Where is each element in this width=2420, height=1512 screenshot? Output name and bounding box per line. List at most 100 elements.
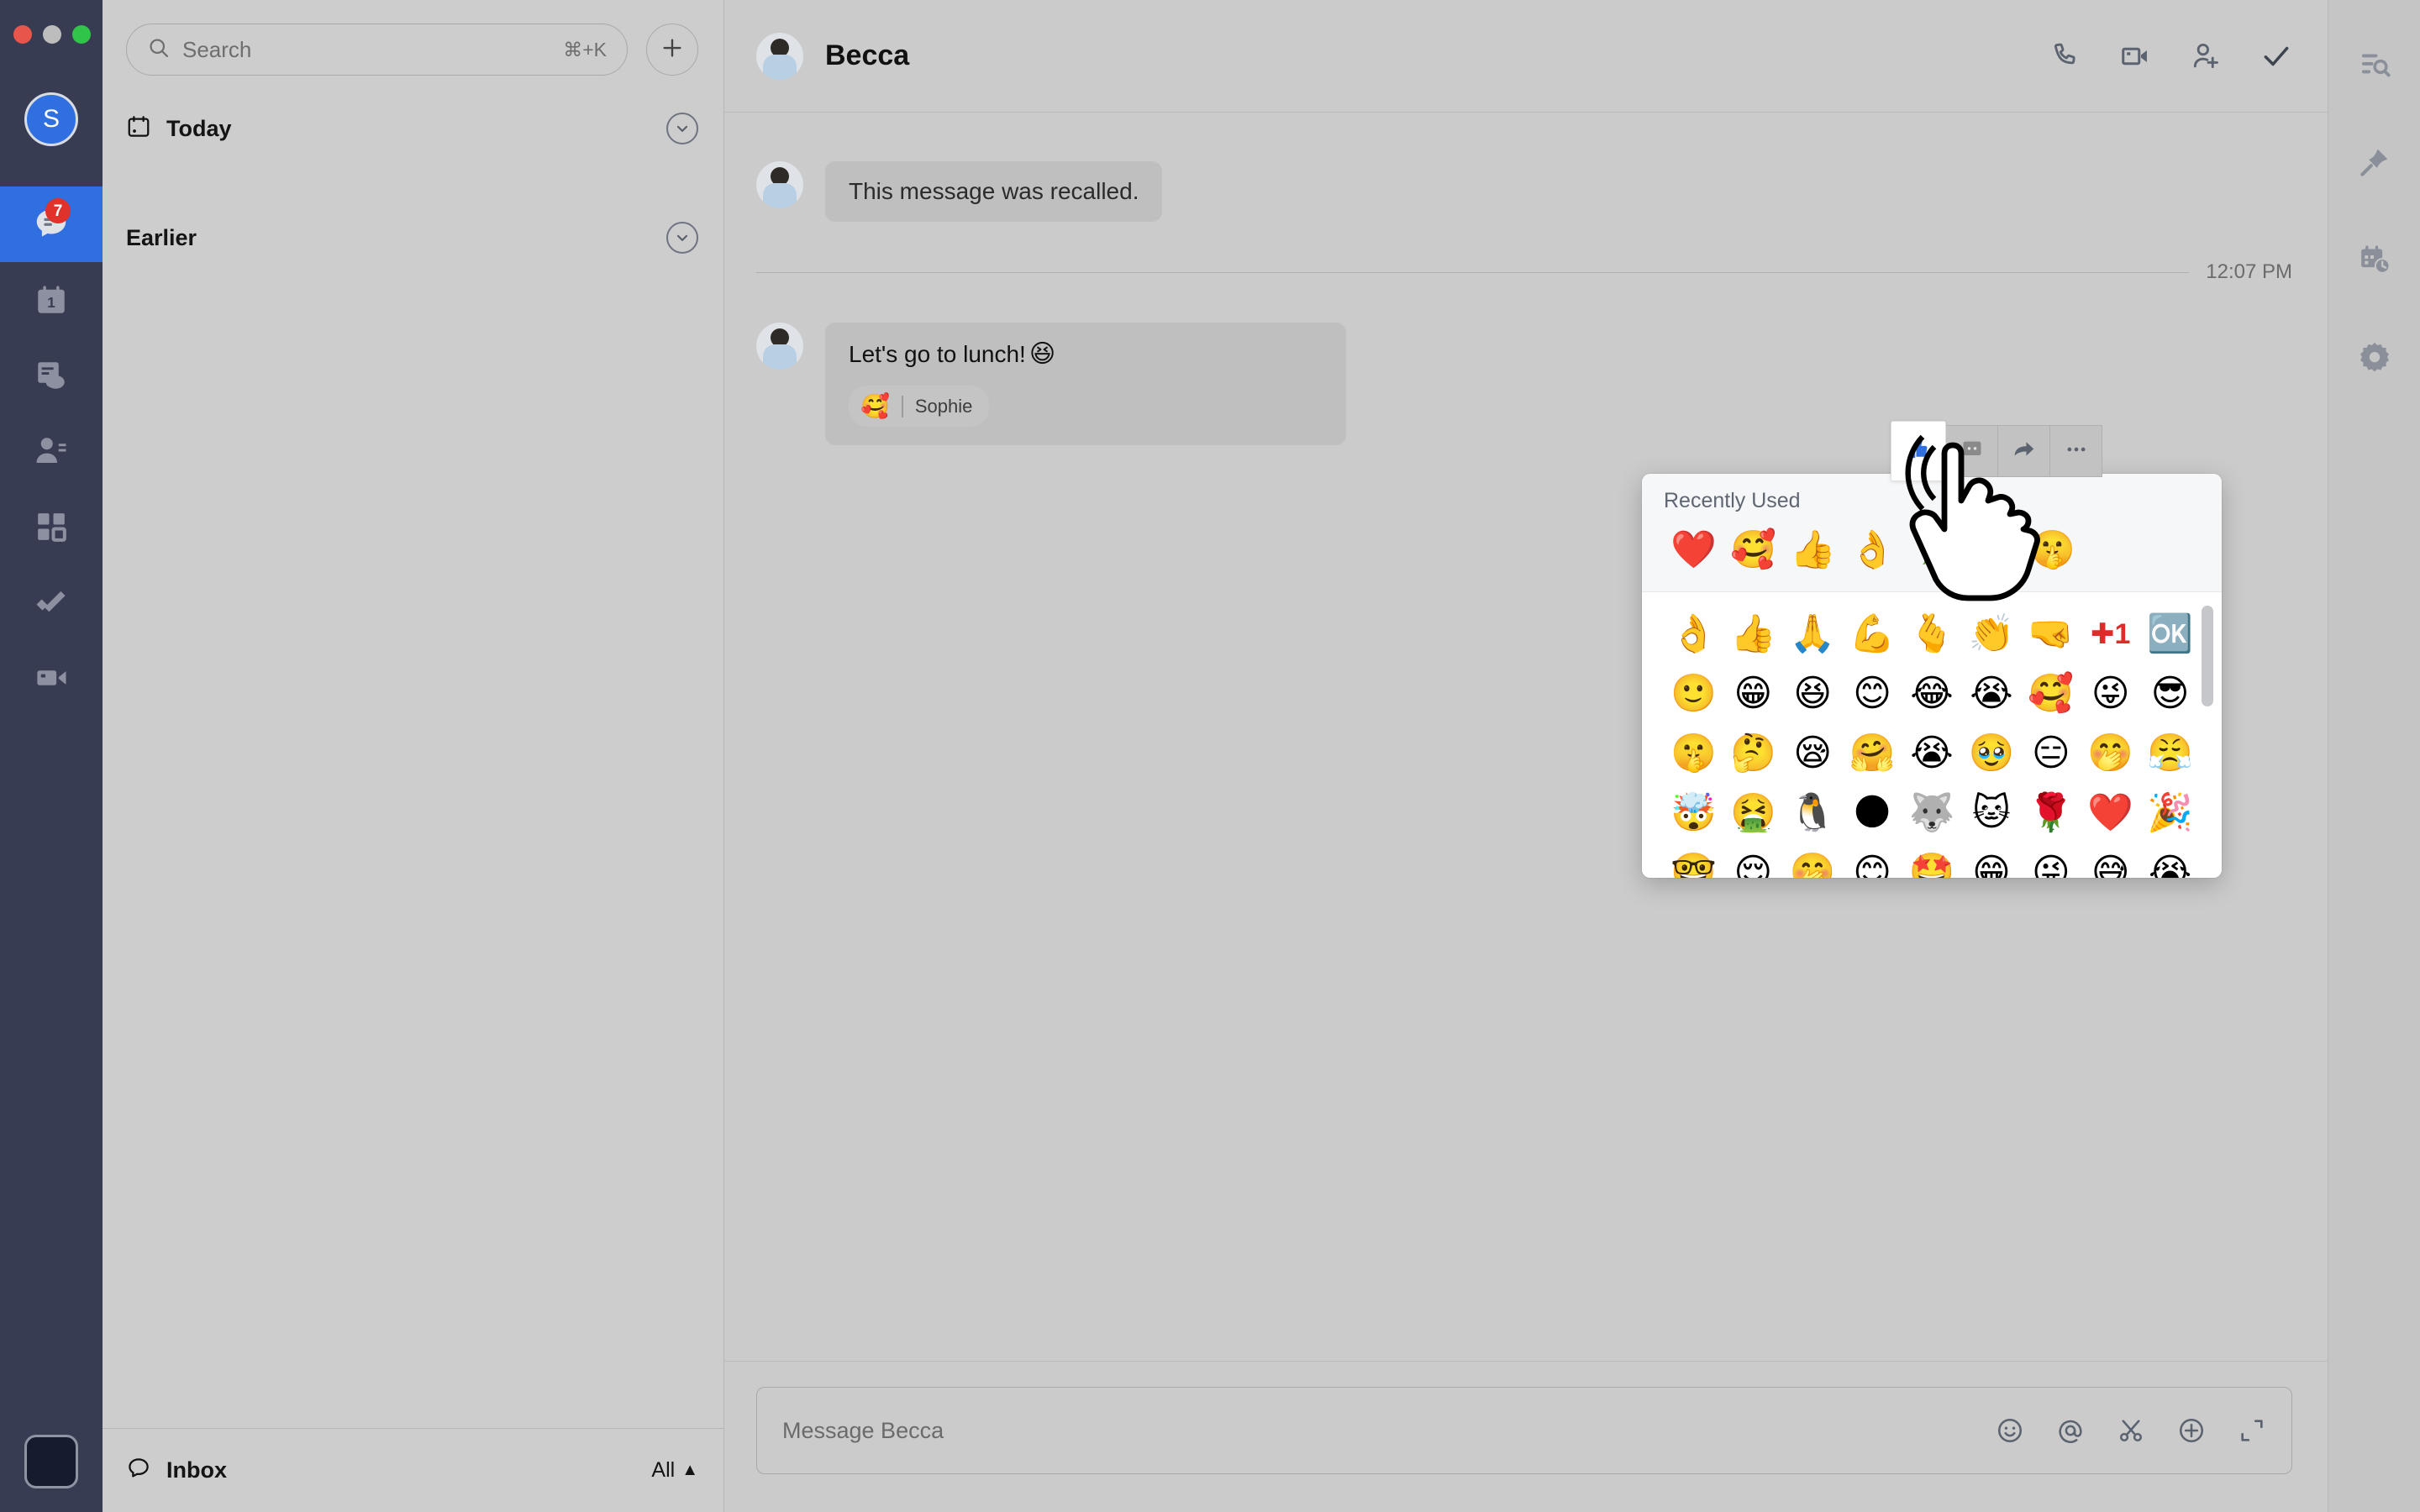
emoji-cell[interactable]: 🤭 (2081, 723, 2140, 783)
emoji-cell[interactable]: 🤩 (1902, 843, 1962, 878)
emoji-cell[interactable]: 😆 (1783, 664, 1843, 723)
inbox-icon (126, 1456, 151, 1485)
section-today[interactable]: Today (103, 101, 723, 156)
emoji-cell[interactable]: 😌 (1723, 843, 1783, 878)
emoji-cell[interactable]: ❤️ (2081, 783, 2140, 843)
emoji-cell[interactable]: 😑 (2021, 723, 2081, 783)
emoji-reaction-button[interactable] (1946, 425, 1998, 477)
search-in-chat-button[interactable] (2349, 40, 2401, 92)
conversation-list-panel: Search ⌘+K Today Earlier Inbox All ▲ (103, 0, 724, 1512)
emoji-cell[interactable]: 🤮 (1723, 783, 1783, 843)
rail-item-tasks[interactable] (0, 564, 103, 640)
emoji-cell[interactable]: 😊 (1843, 664, 1902, 723)
new-chat-button[interactable] (646, 24, 698, 76)
emoji-cell[interactable]: 🤫 (2023, 520, 2082, 580)
time-divider: 12:07 PM (724, 260, 2328, 284)
emoji-cell[interactable]: 😊 (1843, 843, 1902, 878)
attach-button[interactable] (2177, 1416, 2206, 1445)
section-earlier[interactable]: Earlier (103, 210, 723, 265)
emoji-cell[interactable]: 😁 (1723, 664, 1783, 723)
emoji-cell[interactable]: 😅 (2081, 843, 2140, 878)
emoji-cell[interactable]: 😜 (2081, 664, 2140, 723)
emoji-cell[interactable]: 😭 (2140, 843, 2200, 878)
message-input[interactable]: Message Becca (756, 1387, 2292, 1474)
emoji-cell[interactable]: 🤫 (1664, 723, 1723, 783)
emoji-cell[interactable]: 🥰 (2021, 664, 2081, 723)
settings-button[interactable] (2349, 333, 2401, 385)
emoji-cell[interactable]: 🥰 (1723, 520, 1783, 580)
emoji-grid-row: 🤓 😌 🤭 😊 🤩 😁 😜 😅 😭 (1664, 843, 2200, 878)
rail-item-docs[interactable] (0, 338, 103, 413)
section-today-collapse-chevron-down-icon[interactable] (666, 113, 698, 144)
video-call-button[interactable] (2119, 40, 2151, 72)
rail-item-workspace[interactable] (0, 489, 103, 564)
emoji-cell[interactable]: 😭 (1961, 664, 2021, 723)
emoji-cell[interactable]: 🥹 (1961, 723, 2021, 783)
emoji-cell[interactable]: 💪 (1843, 604, 1902, 664)
call-button[interactable] (2049, 40, 2081, 72)
thumbs-up-reaction-button[interactable] (1891, 421, 1946, 481)
emoji-cell[interactable]: 😁 (1961, 843, 2021, 878)
emoji-cell[interactable]: 😜 (2021, 843, 2081, 878)
rail-item-chat[interactable]: 7 (0, 186, 103, 262)
pinned-button[interactable] (2349, 138, 2401, 190)
emoji-cell[interactable]: 🤭 (1783, 843, 1843, 878)
screenshot-button[interactable] (2117, 1416, 2145, 1445)
emoji-picker-panel[interactable]: Recently Used ❤️ 🥰 👍 👌 🌹 🤫 👌 👍 🙏 💪 🫰 👏 🤜… (1642, 474, 2222, 878)
emoji-cell[interactable]: 🐺 (1902, 783, 1962, 843)
rail-item-contacts[interactable] (0, 413, 103, 489)
emoji-cell[interactable]: 👌 (1664, 604, 1723, 664)
emoji-cell[interactable]: 🐱 (1961, 783, 2021, 843)
message-text-row: Let's go to lunch! 😆 (849, 339, 1323, 369)
message-bubble[interactable]: Let's go to lunch! 😆 🥰 Sophie (825, 323, 1346, 445)
vertical-scrollbar[interactable] (2202, 606, 2213, 706)
section-earlier-collapse-chevron-down-icon[interactable] (666, 222, 698, 254)
emoji-cell[interactable]: 😭 (1902, 723, 1962, 783)
emoji-cell[interactable]: 🤜 (2021, 604, 2081, 664)
more-actions-button[interactable] (2050, 425, 2102, 477)
inbox-footer[interactable]: Inbox All ▲ (103, 1428, 723, 1512)
emoji-cell[interactable]: 👌 (1843, 520, 1902, 580)
emoji-cell[interactable]: 😪 (1783, 723, 1843, 783)
mini-window-preview[interactable] (24, 1435, 78, 1488)
message-bubble[interactable]: This message was recalled. (825, 161, 1163, 222)
emoji-cell[interactable]: ❤️ (1664, 520, 1723, 580)
emoji-cell[interactable]: 🤓 (1664, 843, 1723, 878)
emoji-cell[interactable]: 🎉 (2140, 783, 2200, 843)
emoji-cell[interactable]: 🤔 (1723, 723, 1783, 783)
emoji-cell[interactable]: 👍 (1783, 520, 1843, 580)
emoji-cell[interactable]: 🌑 (1843, 783, 1902, 843)
message-reaction-chip[interactable]: 🥰 Sophie (849, 386, 990, 427)
emoji-cell[interactable]: 🆗 (2140, 604, 2200, 664)
user-avatar[interactable]: S (24, 92, 78, 146)
schedule-button[interactable] (2349, 235, 2401, 287)
emoji-cell[interactable]: 🤗 (1843, 723, 1902, 783)
emoji-cell[interactable]: 😤 (2140, 723, 2200, 783)
emoji-button[interactable] (1996, 1416, 2024, 1445)
forward-button[interactable] (1998, 425, 2050, 477)
inbox-filter[interactable]: All ▲ (651, 1458, 698, 1483)
emoji-cell[interactable]: 👏 (1961, 604, 2021, 664)
emoji-cell[interactable]: ✚️1 (2081, 604, 2140, 664)
emoji-cell[interactable]: 🌹 (2021, 783, 2081, 843)
emoji-cell[interactable]: 🙂 (1664, 664, 1723, 723)
emoji-cell[interactable]: 🌹 (1902, 520, 1962, 580)
rail-item-calendar[interactable]: 1 (0, 262, 103, 338)
rail-item-meetings[interactable] (0, 640, 103, 716)
emoji-cell[interactable]: 🐧 (1783, 783, 1843, 843)
emoji-cell[interactable]: 😎 (2140, 664, 2200, 723)
expand-button[interactable] (2238, 1416, 2266, 1445)
emoji-cell[interactable]: 👍 (1723, 604, 1783, 664)
left-rail: S 7 1 (0, 0, 103, 1512)
emoji-cell[interactable]: 🫰 (1902, 604, 1962, 664)
zoom-window-button[interactable] (72, 25, 91, 44)
add-member-button[interactable] (2190, 40, 2222, 72)
search-input[interactable]: Search ⌘+K (126, 24, 628, 76)
emoji-cell[interactable]: 😂 (1902, 664, 1962, 723)
emoji-cell[interactable]: 🙏 (1783, 604, 1843, 664)
mark-done-button[interactable] (2260, 40, 2292, 72)
emoji-cell[interactable]: 🤯 (1664, 783, 1723, 843)
mention-button[interactable] (2056, 1416, 2085, 1445)
close-window-button[interactable] (13, 25, 32, 44)
minimize-window-button[interactable] (43, 25, 61, 44)
